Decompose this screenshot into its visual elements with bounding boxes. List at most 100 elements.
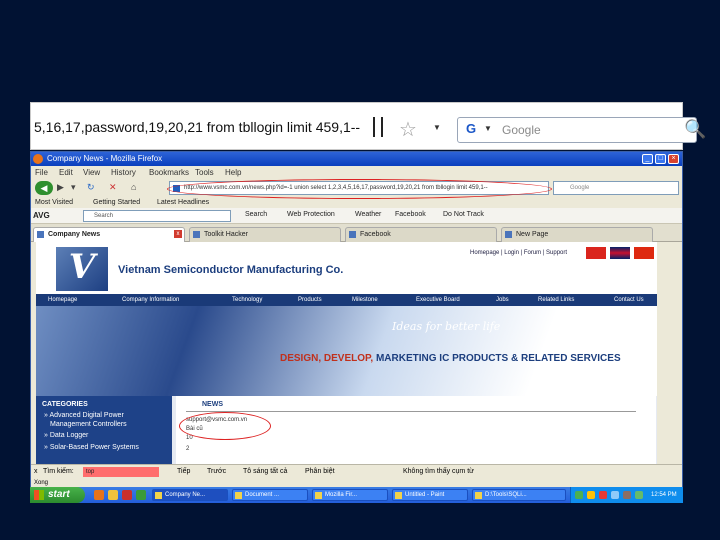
back-button[interactable]: ◀: [35, 181, 53, 195]
match-case-checkbox[interactable]: Phân biệt: [305, 465, 335, 478]
app-quicklaunch-icon[interactable]: [136, 490, 146, 500]
status-text: Xong: [34, 480, 49, 486]
task-paint[interactable]: Untitled - Paint: [392, 489, 468, 501]
minimize-button[interactable]: _: [642, 154, 653, 164]
nav-contact-us[interactable]: Contact Us: [614, 294, 644, 306]
tab-close-icon[interactable]: x: [174, 230, 182, 238]
nav-milestone[interactable]: Milestone: [352, 294, 378, 306]
bookmark-star-icon[interactable]: ☆: [399, 117, 417, 142]
url-highlight-oval: [167, 179, 552, 199]
nav-jobs[interactable]: Jobs: [496, 294, 509, 306]
avg-weather[interactable]: Weather: [355, 211, 381, 218]
category-item[interactable]: » Advanced Digital Power: [44, 412, 124, 419]
history-dropdown-icon[interactable]: ▾: [71, 182, 76, 193]
categories-title: CATEGORIES: [42, 401, 88, 408]
menu-help[interactable]: Help: [225, 166, 241, 179]
stop-icon[interactable]: ✕: [109, 182, 117, 193]
uk-flag-icon[interactable]: [610, 247, 630, 259]
nav-executive-board[interactable]: Executive Board: [416, 294, 460, 306]
close-button[interactable]: ×: [668, 154, 679, 164]
nav-products[interactable]: Products: [298, 294, 322, 306]
avg-logo[interactable]: AVG: [33, 211, 50, 220]
avg-web-protection[interactable]: Web Protection: [287, 211, 335, 218]
china-flag-icon[interactable]: [634, 247, 654, 259]
tab-facebook[interactable]: Facebook: [345, 227, 497, 242]
menu-view[interactable]: View: [83, 166, 100, 179]
avg-search-field[interactable]: Search: [83, 210, 231, 222]
search-engine-dropdown-icon[interactable]: ▼: [484, 124, 492, 133]
find-status: Không tìm thấy cụm từ: [403, 468, 474, 475]
company-name: Vietnam Semiconductor Manufacturing Co.: [118, 264, 344, 276]
tray-icon[interactable]: [575, 491, 583, 499]
network-icon[interactable]: [635, 491, 643, 499]
start-button[interactable]: start: [30, 487, 85, 503]
zoomed-url-text[interactable]: 5,16,17,password,19,20,21 from tbllogin …: [34, 119, 360, 135]
tab-toolkit-hacker[interactable]: Toolkit Hacker: [189, 227, 341, 242]
home-icon[interactable]: ⌂: [131, 182, 136, 192]
category-item[interactable]: » Solar-Based Power Systems: [44, 444, 139, 451]
nav-company-information[interactable]: Company Information: [122, 294, 179, 306]
avg-facebook[interactable]: Facebook: [395, 211, 426, 218]
find-close-icon[interactable]: x: [34, 465, 38, 478]
task-mozilla[interactable]: Mozilla Fir...: [312, 489, 388, 501]
find-next-button[interactable]: Tiếp: [177, 465, 190, 478]
tray-icon[interactable]: [611, 491, 619, 499]
bookmark-getting-started[interactable]: Getting Started: [93, 197, 140, 208]
tab-favicon-icon: [37, 231, 44, 238]
bookmark-most-visited[interactable]: Most Visited: [35, 197, 73, 208]
task-label: D:\Tools\SQLi...: [485, 492, 527, 498]
zoomed-address-bar: 5,16,17,password,19,20,21 from tbllogin …: [30, 102, 706, 150]
magnifier-icon[interactable]: 🔍: [684, 119, 706, 140]
windows-logo-icon: [34, 490, 44, 500]
firefox-icon: [33, 154, 43, 164]
task-tools[interactable]: D:\Tools\SQLi...: [472, 489, 566, 501]
avg-search-button[interactable]: Search: [245, 211, 267, 218]
category-item[interactable]: » Data Logger: [44, 432, 88, 439]
find-input[interactable]: top: [83, 467, 159, 477]
maximize-button[interactable]: □: [655, 154, 666, 164]
news-line: 2: [186, 446, 190, 452]
site-banner: Ideas for better life DESIGN, DEVELOP, M…: [36, 306, 657, 396]
avg-do-not-track[interactable]: Do Not Track: [443, 211, 484, 218]
tab-label: New Page: [516, 231, 549, 238]
news-divider: [186, 411, 636, 412]
task-icon: [395, 492, 402, 499]
google-logo-icon[interactable]: G: [460, 121, 482, 139]
nav-technology[interactable]: Technology: [232, 294, 262, 306]
title-bar: Company News - Mozilla Firefox _ □ ×: [31, 152, 682, 166]
highlight-all-button[interactable]: Tô sáng tất cả: [243, 465, 287, 478]
tab-new-page[interactable]: New Page: [501, 227, 653, 242]
site-header: V Vietnam Semiconductor Manufacturing Co…: [36, 242, 657, 294]
tab-favicon-icon: [349, 231, 356, 238]
zoomed-search-box[interactable]: G ▼ Google 🔍: [457, 117, 706, 143]
url-dropdown-icon[interactable]: ▼: [433, 123, 441, 132]
vsmc-logo[interactable]: V: [56, 247, 108, 291]
bookmark-latest-headlines[interactable]: Latest Headlines: [157, 197, 209, 208]
folder-quicklaunch-icon[interactable]: [108, 490, 118, 500]
task-company-news[interactable]: Company Ne...: [152, 489, 228, 501]
firefox-quicklaunch-icon[interactable]: [94, 490, 104, 500]
task-document[interactable]: Document ...: [232, 489, 308, 501]
nav-homepage[interactable]: Homepage: [48, 294, 77, 306]
tray-icon[interactable]: [587, 491, 595, 499]
category-item[interactable]: Management Controllers: [50, 421, 127, 428]
tray-icon[interactable]: [599, 491, 607, 499]
menu-file[interactable]: File: [35, 166, 48, 179]
menu-edit[interactable]: Edit: [59, 166, 73, 179]
menu-history[interactable]: History: [111, 166, 136, 179]
header-links[interactable]: Homepage | Login | Forum | Support: [470, 250, 567, 256]
volume-icon[interactable]: [623, 491, 631, 499]
vietnam-flag-icon[interactable]: [586, 247, 606, 259]
tab-favicon-icon: [505, 231, 512, 238]
menu-tools[interactable]: Tools: [195, 166, 214, 179]
app-quicklaunch-icon[interactable]: [122, 490, 132, 500]
menu-bookmarks[interactable]: Bookmarks: [149, 166, 189, 179]
tab-bar: Company News x Toolkit Hacker Facebook N…: [31, 224, 682, 242]
find-previous-button[interactable]: Trước: [207, 465, 226, 478]
tab-company-news[interactable]: Company News x: [33, 227, 185, 242]
reload-icon[interactable]: ↻: [87, 182, 95, 193]
nav-related-links[interactable]: Related Links: [538, 294, 574, 306]
forward-icon[interactable]: ▶: [57, 182, 64, 193]
task-icon: [155, 492, 162, 499]
search-box[interactable]: Google: [553, 181, 679, 195]
